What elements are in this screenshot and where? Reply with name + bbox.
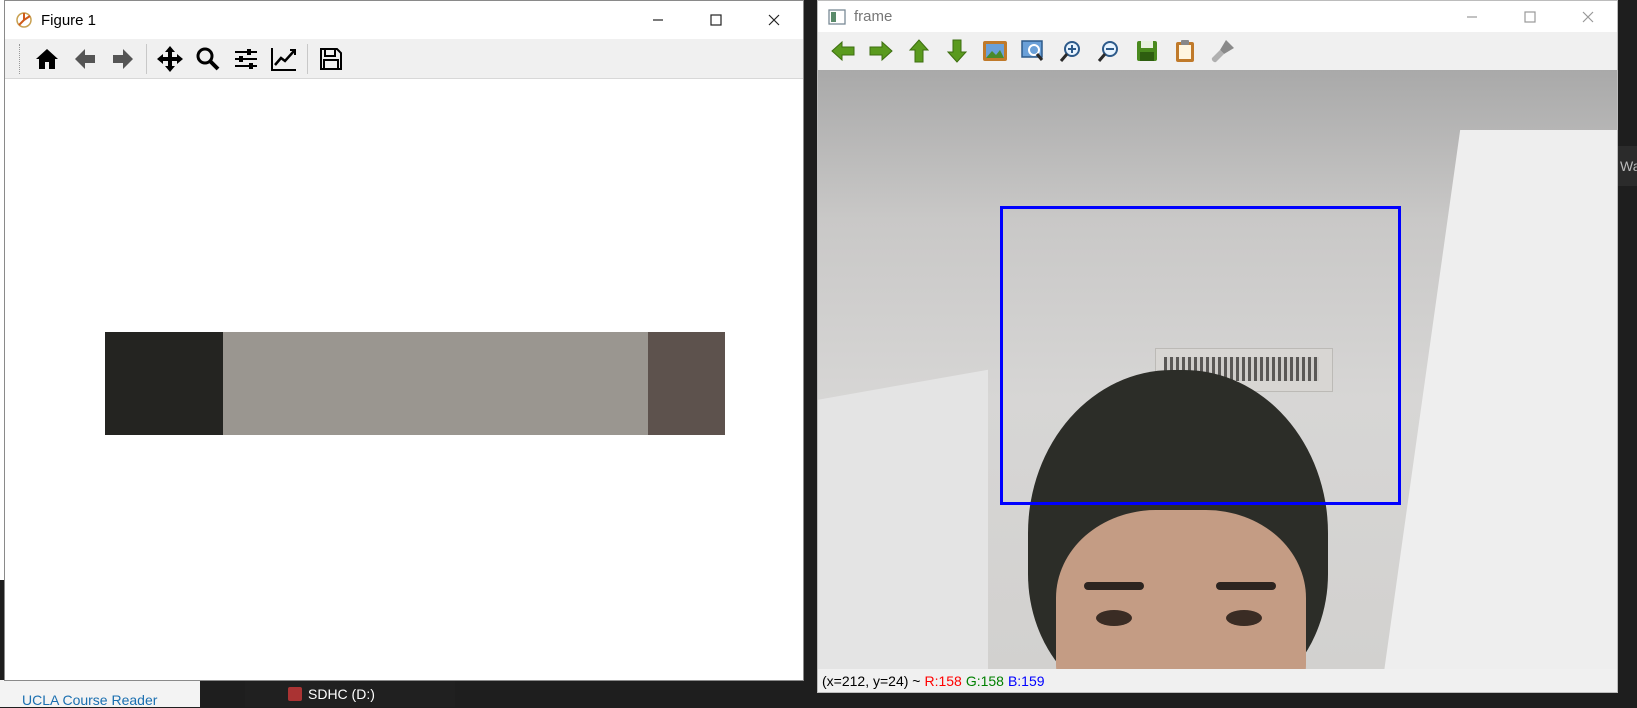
- wall-right: [1375, 130, 1617, 669]
- status-bar: (x=212, y=24) ~ R:158 G:158 B:159: [818, 669, 1617, 692]
- maximize-button[interactable]: [687, 1, 745, 39]
- detection-box: [1000, 206, 1401, 505]
- drive-icon: [288, 687, 302, 701]
- zoom-out-icon[interactable]: [1090, 34, 1128, 68]
- zoom-original-icon[interactable]: [1014, 34, 1052, 68]
- save-image-icon[interactable]: [1128, 34, 1166, 68]
- course-reader-link[interactable]: UCLA Course Reader: [22, 692, 157, 708]
- figure-titlebar[interactable]: Figure 1: [5, 1, 803, 39]
- left-eye: [1096, 610, 1132, 626]
- frame-titlebar[interactable]: frame: [818, 1, 1617, 32]
- status-red: R:158: [924, 672, 962, 689]
- pan-down-icon[interactable]: [938, 34, 976, 68]
- pan-icon[interactable]: [151, 41, 189, 77]
- edit-axis-icon[interactable]: [265, 41, 303, 77]
- camera-frame[interactable]: [818, 70, 1617, 669]
- right-eye: [1226, 610, 1262, 626]
- dominant-color-bar: [105, 332, 725, 435]
- figure-canvas[interactable]: [5, 80, 803, 680]
- zoom-fit-icon[interactable]: [976, 34, 1014, 68]
- status-green: G:158: [965, 672, 1004, 689]
- frame-window: frame (x=212, y=24) ~ R:158 G:158 B:159: [817, 0, 1618, 693]
- person-face: [1056, 510, 1306, 669]
- close-button[interactable]: [1559, 1, 1617, 32]
- maximize-button[interactable]: [1501, 1, 1559, 32]
- color-segment-1: [105, 332, 223, 435]
- figure-title: Figure 1: [41, 11, 97, 29]
- home-icon[interactable]: [28, 41, 66, 77]
- minimize-button[interactable]: [629, 1, 687, 39]
- frame-toolbar: [818, 32, 1617, 70]
- figure-toolbar: [5, 39, 803, 79]
- pan-left-icon[interactable]: [824, 34, 862, 68]
- zoom-in-icon[interactable]: [1052, 34, 1090, 68]
- status-coords: (x=212, y=24) ~: [822, 672, 921, 689]
- drive-label: SDHC (D:): [308, 686, 375, 702]
- forward-icon[interactable]: [104, 41, 142, 77]
- copy-clipboard-icon[interactable]: [1166, 34, 1204, 68]
- save-icon[interactable]: [312, 41, 350, 77]
- color-segment-2: [222, 332, 648, 435]
- pan-up-icon[interactable]: [900, 34, 938, 68]
- wall-left: [818, 369, 988, 669]
- pan-right-icon[interactable]: [862, 34, 900, 68]
- close-button[interactable]: [745, 1, 803, 39]
- zoom-icon[interactable]: [189, 41, 227, 77]
- minimize-button[interactable]: [1443, 1, 1501, 32]
- matplotlib-icon: [15, 11, 33, 29]
- drive-item[interactable]: SDHC (D:): [288, 686, 375, 702]
- background-right-text: Wa: [1620, 158, 1637, 174]
- left-eyebrow: [1084, 582, 1144, 590]
- status-blue: B:159: [1007, 672, 1045, 689]
- frame-title: frame: [854, 8, 893, 25]
- window-icon: [828, 8, 846, 26]
- toolbar-grip[interactable]: [19, 43, 24, 74]
- right-eyebrow: [1216, 582, 1276, 590]
- color-segment-3: [647, 332, 725, 435]
- configure-subplots-icon[interactable]: [227, 41, 265, 77]
- back-icon[interactable]: [66, 41, 104, 77]
- toolbar-separator: [307, 43, 308, 74]
- figure-window: Figure 1: [4, 0, 804, 681]
- properties-icon[interactable]: [1204, 34, 1242, 68]
- toolbar-separator: [146, 43, 147, 74]
